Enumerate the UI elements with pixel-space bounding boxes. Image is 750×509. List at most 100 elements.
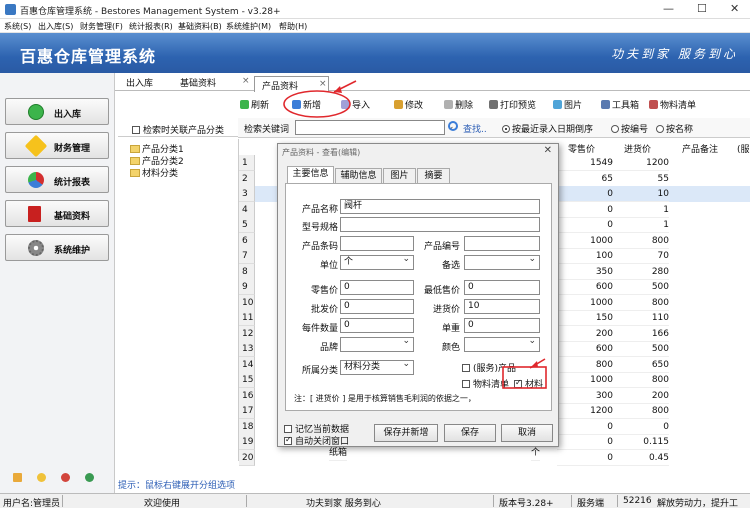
sort-radio[interactable] — [502, 125, 510, 133]
bom-button[interactable]: 物料清单 — [649, 98, 696, 111]
edit-button[interactable]: 修改 — [394, 98, 423, 111]
category-select[interactable]: 材料分类 — [340, 358, 414, 375]
grid-cell-retail: 300 — [557, 388, 613, 404]
row-number[interactable]: 18 — [239, 418, 255, 435]
row-number[interactable]: 11 — [239, 310, 255, 326]
autoclose-checkbox[interactable]: 自动关闭窗口 — [284, 434, 349, 447]
grid-cell-cost: 800 — [613, 372, 669, 388]
spec-input[interactable] — [340, 217, 540, 232]
delete-button[interactable]: 删除 — [444, 98, 473, 111]
refresh-button[interactable]: 刷新 — [240, 98, 269, 111]
minimize-button[interactable]: — — [663, 2, 674, 15]
row-number[interactable]: 4 — [239, 201, 255, 218]
row-number[interactable]: 7 — [239, 248, 255, 264]
menu-reports[interactable]: 统计报表(R) — [129, 21, 173, 32]
sort-by-code[interactable]: 按编号 — [611, 122, 648, 135]
dialog-tab-aux[interactable]: 辅助信息 — [335, 168, 382, 184]
folder-icon[interactable] — [13, 473, 22, 482]
tree-filter[interactable]: 检索时关联产品分类 — [118, 119, 238, 137]
barcode-input[interactable] — [340, 236, 414, 251]
row-number[interactable]: 16 — [239, 387, 255, 404]
grid-cell-retail: 1000 — [557, 295, 613, 311]
row-number[interactable]: 13 — [239, 341, 255, 357]
unit-label: 单位 — [319, 261, 338, 271]
row-number[interactable]: 12 — [239, 325, 255, 342]
menu-help[interactable]: 帮助(H) — [279, 21, 307, 32]
menu-finance[interactable]: 财务管理(F) — [80, 21, 123, 32]
sort-radio[interactable] — [611, 125, 619, 133]
row-number[interactable]: 1 — [239, 155, 255, 171]
grid-cell-retail: 800 — [557, 357, 613, 373]
nav-stock-button[interactable]: 出入库 — [5, 98, 109, 125]
checkbox[interactable] — [462, 364, 470, 372]
row-number[interactable]: 20 — [239, 449, 255, 466]
save-button[interactable]: 保存 — [444, 424, 496, 442]
code-input[interactable] — [464, 236, 540, 251]
name-input[interactable]: 阀杆 — [340, 199, 540, 214]
window-title: 百惠仓库管理系统 - Bestores Management System - … — [20, 7, 281, 17]
search-input[interactable] — [295, 120, 445, 135]
dialog-close-button[interactable]: ✕ — [544, 145, 552, 156]
toolbox-button[interactable]: 工具箱 — [601, 98, 639, 111]
menu-maintenance[interactable]: 系统维护(M) — [226, 21, 271, 32]
col-header-note[interactable]: 产品备注 — [682, 142, 718, 157]
row-number[interactable]: 8 — [239, 263, 255, 280]
nav-basic-data-button[interactable]: 基础资料 — [5, 200, 109, 227]
annotation-box — [502, 358, 547, 389]
unit-select[interactable]: 个 — [340, 253, 414, 270]
cancel-button[interactable]: 取消 — [501, 424, 553, 442]
sort-radio[interactable] — [656, 125, 664, 133]
close-button[interactable]: ✕ — [730, 2, 739, 15]
cost-input[interactable]: 10 — [464, 299, 540, 314]
color-select[interactable] — [464, 335, 540, 352]
col-header-service[interactable]: (服 — [737, 142, 750, 157]
grid-cell-cost: 70 — [613, 248, 669, 264]
wholesale-input[interactable]: 0 — [340, 299, 414, 314]
memo-select[interactable] — [464, 253, 540, 270]
weight-input[interactable]: 0 — [464, 318, 540, 333]
print-preview-button[interactable]: 打印预览 — [489, 98, 536, 111]
menu-system[interactable]: 系统(S) — [4, 21, 31, 32]
qty-input[interactable]: 0 — [340, 318, 414, 333]
row-number[interactable]: 9 — [239, 279, 255, 295]
row-number[interactable]: 3 — [239, 186, 255, 202]
row-number[interactable]: 5 — [239, 217, 255, 233]
nav-maintenance-button[interactable]: 系统维护 — [5, 234, 109, 261]
tree-item[interactable]: 材料分类 — [130, 166, 178, 179]
nav-reports-button[interactable]: 统计报表 — [5, 166, 109, 193]
find-button[interactable]: 查找.. — [463, 122, 487, 135]
sort-by-name[interactable]: 按名称 — [656, 122, 693, 135]
tab-basic-data-close[interactable]: × — [242, 76, 250, 86]
dialog-tab-main[interactable]: 主要信息 — [287, 166, 334, 184]
row-number[interactable]: 19 — [239, 434, 255, 450]
minprice-input[interactable]: 0 — [464, 280, 540, 295]
brand-select[interactable] — [340, 335, 414, 352]
pie-chart-icon — [28, 172, 44, 188]
checkbox[interactable] — [284, 435, 292, 445]
tab-basic-data[interactable]: 基础资料 — [180, 76, 216, 89]
tree-filter-checkbox[interactable] — [132, 126, 140, 134]
save-and-new-button[interactable]: 保存并新增 — [374, 424, 438, 442]
retail-input[interactable]: 0 — [340, 280, 414, 295]
menu-stock[interactable]: 出入库(S) — [38, 21, 73, 32]
sort-by-date[interactable]: 按最近录入日期倒序 — [502, 122, 593, 135]
bulb-icon[interactable] — [37, 473, 46, 482]
settings-icon[interactable] — [61, 473, 70, 482]
dialog-tab-summary[interactable]: 摘要 — [417, 168, 450, 184]
tab-stock[interactable]: 出入库 — [126, 76, 153, 89]
exit-icon[interactable] — [85, 473, 94, 482]
checkbox[interactable] — [284, 425, 292, 433]
row-number[interactable]: 2 — [239, 170, 255, 187]
nav-finance-button[interactable]: 财务管理 — [5, 132, 109, 159]
row-number[interactable]: 15 — [239, 372, 255, 388]
image-button[interactable]: 图片 — [553, 98, 582, 111]
row-number[interactable]: 17 — [239, 403, 255, 419]
row-number[interactable]: 10 — [239, 294, 255, 311]
maximize-button[interactable]: ☐ — [697, 2, 707, 15]
row-number[interactable]: 6 — [239, 232, 255, 249]
grid-cell-cost: 55 — [613, 171, 669, 187]
menu-basic-data[interactable]: 基础资料(B) — [178, 21, 222, 32]
checkbox[interactable] — [462, 380, 470, 388]
row-number[interactable]: 14 — [239, 356, 255, 373]
dialog-tab-image[interactable]: 图片 — [383, 168, 416, 184]
